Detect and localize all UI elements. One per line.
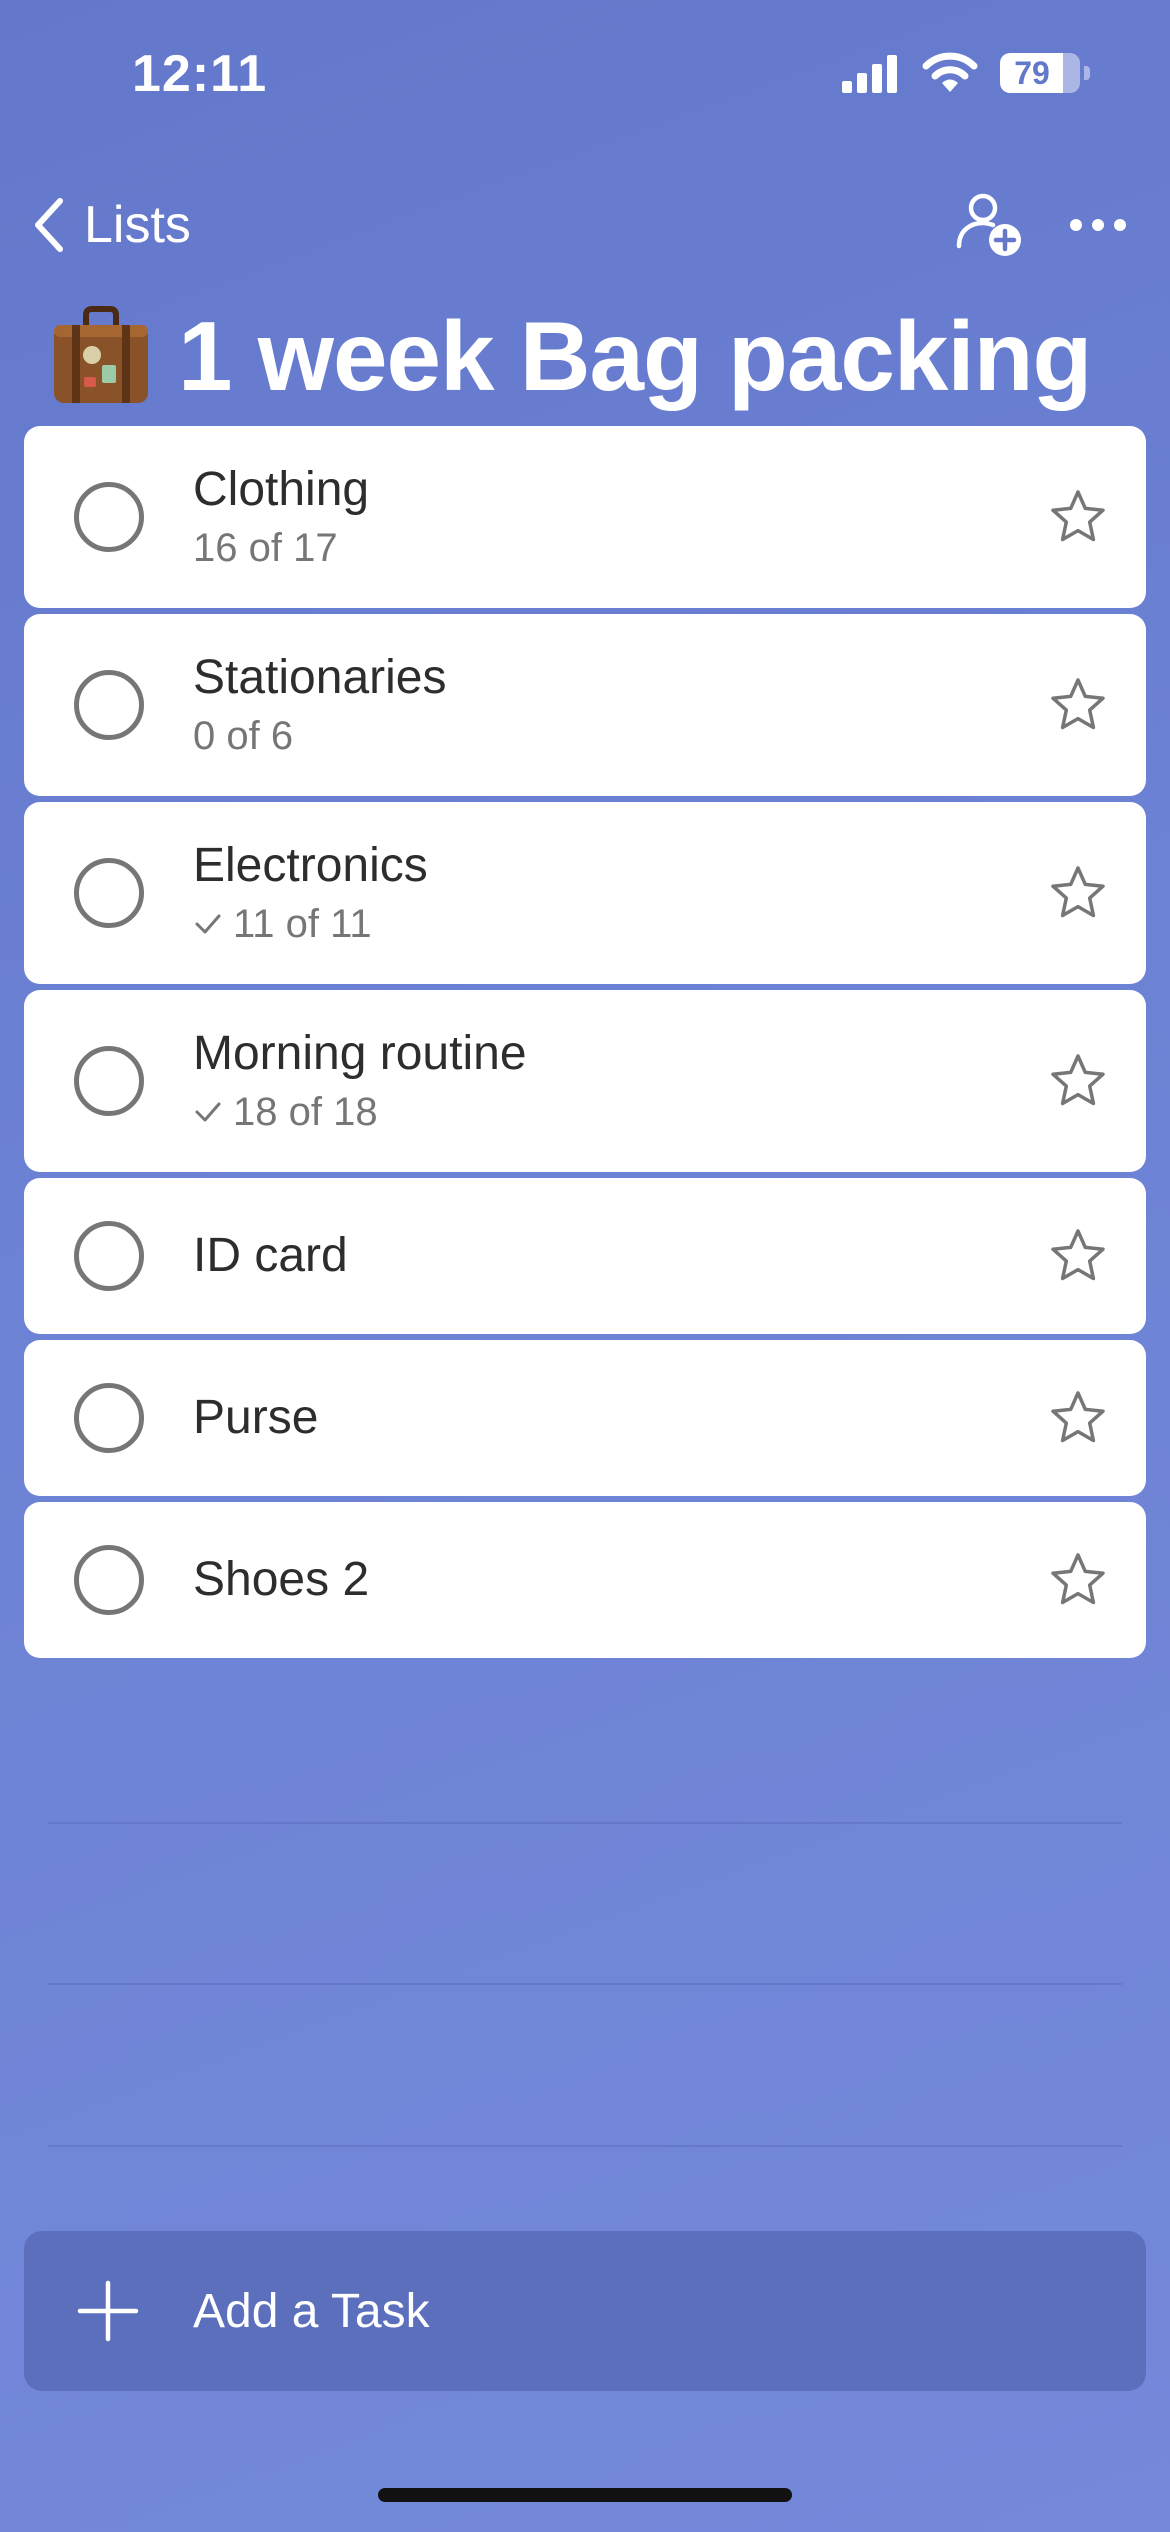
task-steps-label: 18 of 18: [233, 1090, 378, 1134]
checkmark-icon: [195, 914, 221, 934]
checkmark-icon: [195, 1102, 221, 1122]
empty-row-divider: [48, 1822, 1122, 1824]
star-icon[interactable]: [1048, 863, 1108, 923]
task-item-electronics[interactable]: Electronics 11 of 11: [24, 802, 1146, 984]
add-person-icon: [956, 193, 1021, 256]
task-item-stationaries[interactable]: Stationaries 0 of 6: [24, 614, 1146, 796]
star-icon[interactable]: [1048, 1388, 1108, 1448]
complete-checkbox[interactable]: [74, 670, 144, 740]
complete-checkbox[interactable]: [74, 482, 144, 552]
task-steps-count: 11 of 11: [193, 898, 1006, 950]
task-text: ID card: [193, 1226, 1006, 1286]
battery-level: 79: [1014, 55, 1050, 91]
task-title: Stationaries: [193, 651, 447, 704]
suitcase-icon: [54, 306, 148, 403]
task-text: Electronics 11 of 11: [193, 836, 1006, 950]
task-item-morning-routine[interactable]: Morning routine 18 of 18: [24, 990, 1146, 1172]
back-label: Lists: [84, 196, 191, 254]
task-item-shoes-2[interactable]: Shoes 2: [24, 1502, 1146, 1658]
complete-checkbox[interactable]: [74, 1383, 144, 1453]
task-steps-count: 16 of 17: [193, 522, 1006, 574]
task-text: Stationaries 0 of 6: [193, 648, 1006, 762]
task-title: Clothing: [193, 463, 370, 516]
task-text: Clothing 16 of 17: [193, 460, 1006, 574]
star-icon[interactable]: [1048, 487, 1108, 547]
chevron-left-icon: [35, 198, 63, 252]
task-item-clothing[interactable]: Clothing 16 of 17: [24, 426, 1146, 608]
task-steps-label: 11 of 11: [233, 902, 372, 946]
task-title: Electronics: [193, 839, 428, 892]
battery-tip: [1084, 66, 1090, 80]
task-list: Clothing 16 of 17 Stationaries 0 of 6 El…: [24, 426, 1146, 1664]
ellipsis-icon: [1070, 219, 1126, 231]
star-icon[interactable]: [1048, 1226, 1108, 1286]
add-task-label: Add a Task: [193, 2284, 430, 2338]
task-steps-count: 0 of 6: [193, 710, 1006, 762]
more-options-button[interactable]: [1068, 190, 1128, 260]
share-list-button[interactable]: [955, 190, 1025, 260]
task-item-purse[interactable]: Purse: [24, 1340, 1146, 1496]
task-text: Shoes 2: [193, 1550, 1006, 1610]
task-text: Morning routine 18 of 18: [193, 1024, 1006, 1138]
status-time: 12:11: [132, 45, 268, 103]
complete-checkbox[interactable]: [74, 1221, 144, 1291]
status-bar: 12:11 79: [0, 0, 1170, 150]
task-text: Purse: [193, 1388, 1006, 1448]
task-steps-label: 0 of 6: [193, 714, 294, 758]
battery-icon: 79: [1000, 53, 1080, 93]
task-title: Morning routine: [193, 1027, 527, 1080]
cellular-signal-icon: [842, 55, 897, 93]
back-button[interactable]: Lists: [30, 190, 191, 260]
complete-checkbox[interactable]: [74, 858, 144, 928]
star-icon[interactable]: [1048, 675, 1108, 735]
empty-row-divider: [48, 2145, 1122, 2147]
home-indicator[interactable]: [378, 2488, 792, 2502]
task-title: ID card: [193, 1229, 348, 1282]
star-icon[interactable]: [1048, 1550, 1108, 1610]
task-title: Shoes 2: [193, 1553, 370, 1606]
add-task-button[interactable]: Add a Task: [24, 2231, 1146, 2391]
plus-icon: [77, 2280, 139, 2342]
complete-checkbox[interactable]: [74, 1046, 144, 1116]
page-title: 1 week Bag packing: [178, 300, 1092, 411]
task-steps-label: 16 of 17: [193, 526, 338, 570]
page-title-row[interactable]: 1 week Bag packing: [48, 296, 1092, 416]
wifi-icon: [922, 52, 978, 92]
complete-checkbox[interactable]: [74, 1545, 144, 1615]
task-steps-count: 18 of 18: [193, 1086, 1006, 1138]
empty-row-divider: [48, 1983, 1122, 1985]
task-item-id-card[interactable]: ID card: [24, 1178, 1146, 1334]
task-title: Purse: [193, 1391, 319, 1444]
status-icons: 79: [840, 52, 1090, 94]
star-icon[interactable]: [1048, 1051, 1108, 1111]
